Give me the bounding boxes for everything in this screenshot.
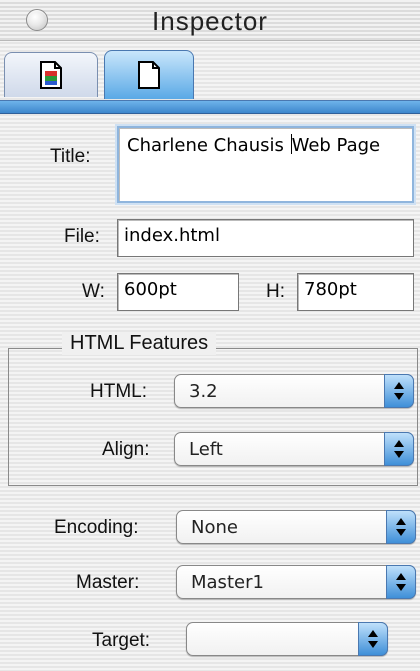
file-label: File: bbox=[64, 226, 100, 247]
title-label: Title: bbox=[50, 146, 91, 167]
height-label: H: bbox=[266, 281, 285, 302]
encoding-value: None bbox=[191, 517, 238, 538]
window-title: Inspector bbox=[152, 6, 268, 36]
align-value: Left bbox=[189, 439, 223, 460]
master-value: Master1 bbox=[191, 572, 264, 593]
updown-arrows-icon bbox=[358, 622, 388, 656]
tab-strip bbox=[0, 44, 420, 104]
html-version-popup[interactable]: 3.2 bbox=[174, 374, 414, 408]
updown-arrows-icon bbox=[384, 374, 414, 408]
html-version-label: HTML: bbox=[90, 381, 147, 402]
target-label: Target: bbox=[92, 630, 151, 651]
updown-arrows-icon bbox=[384, 432, 414, 466]
tab-document[interactable] bbox=[104, 50, 194, 99]
width-field[interactable]: 600pt bbox=[117, 273, 239, 311]
align-label: Align: bbox=[102, 439, 150, 460]
title-value-part1: Charlene Chausis bbox=[127, 135, 290, 156]
title-value-part2: Web Page bbox=[291, 135, 381, 156]
encoding-label: Encoding: bbox=[54, 517, 139, 538]
height-value: 780pt bbox=[304, 279, 357, 300]
updown-arrows-icon bbox=[386, 565, 416, 599]
target-popup[interactable] bbox=[186, 622, 388, 656]
file-field[interactable]: index.html bbox=[117, 219, 414, 257]
align-popup[interactable]: Left bbox=[174, 432, 414, 466]
height-field[interactable]: 780pt bbox=[297, 273, 414, 311]
file-value: index.html bbox=[124, 225, 220, 246]
tab-panel-edge bbox=[0, 100, 420, 114]
width-value: 600pt bbox=[124, 279, 177, 300]
title-field[interactable]: Charlene Chausis Web Page bbox=[117, 126, 414, 203]
window-title-bar[interactable]: Inspector bbox=[0, 0, 420, 41]
html-version-value: 3.2 bbox=[189, 381, 218, 402]
document-icon bbox=[138, 61, 160, 89]
width-label: W: bbox=[82, 281, 105, 302]
updown-arrows-icon bbox=[386, 510, 416, 544]
encoding-popup[interactable]: None bbox=[176, 510, 416, 544]
html-features-title: HTML Features bbox=[62, 332, 217, 355]
master-popup[interactable]: Master1 bbox=[176, 565, 416, 599]
tab-page-info[interactable] bbox=[4, 52, 98, 97]
color-document-icon bbox=[40, 61, 62, 89]
master-label: Master: bbox=[76, 572, 140, 593]
